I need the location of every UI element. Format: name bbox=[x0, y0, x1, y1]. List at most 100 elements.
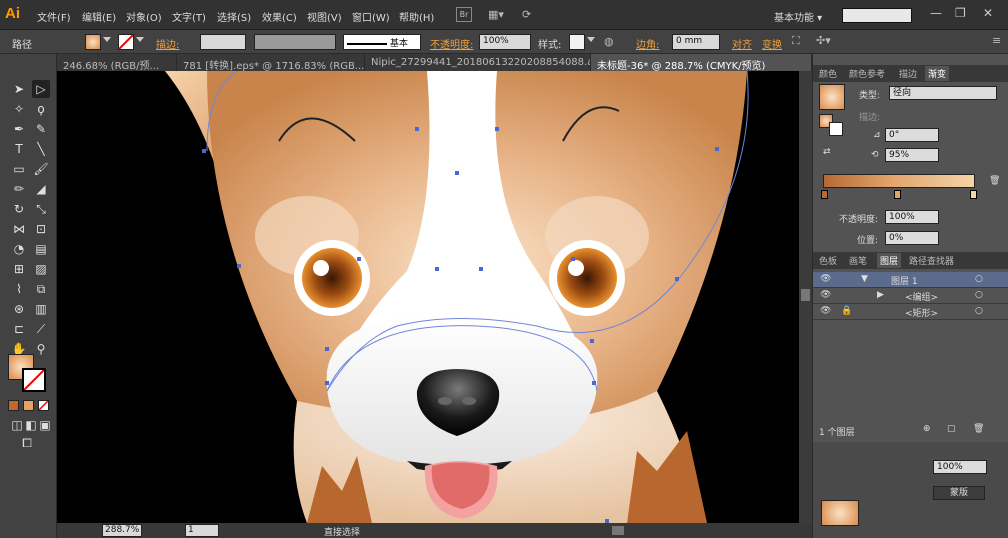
tab-swatches[interactable]: 色板 bbox=[819, 254, 837, 267]
menu-type[interactable]: 文字(T) bbox=[172, 9, 206, 24]
tab-layers[interactable]: 图层 bbox=[877, 253, 902, 268]
column-graph-tool-icon[interactable]: ▥ bbox=[32, 300, 50, 318]
rectangle-tool-icon[interactable]: ▭ bbox=[10, 160, 28, 178]
gradient-stop-middle[interactable] bbox=[894, 190, 901, 199]
brush-definition-dropdown[interactable]: 基本 bbox=[343, 34, 421, 50]
corner-radius-field[interactable]: 0 mm bbox=[672, 34, 720, 50]
style-dropdown-icon[interactable] bbox=[587, 37, 595, 42]
zoom-tool-icon[interactable]: ⚲ bbox=[32, 340, 50, 358]
width-tool-icon[interactable]: ⋈ bbox=[10, 220, 28, 238]
gradient-preview-swatch[interactable] bbox=[819, 84, 845, 110]
reverse-gradient-icon[interactable]: ⇄ bbox=[823, 147, 831, 157]
direct-selection-tool-icon[interactable]: ▷ bbox=[32, 80, 50, 98]
eraser-tool-icon[interactable]: ◢ bbox=[32, 180, 50, 198]
menu-file[interactable]: 文件(F) bbox=[37, 9, 71, 24]
rectangle-name[interactable]: <矩形> bbox=[905, 306, 938, 319]
fill-dropdown-icon[interactable] bbox=[103, 37, 111, 42]
menu-window[interactable]: 窗口(W) bbox=[352, 9, 390, 24]
workspace-switcher[interactable]: 基本功能 ▾ bbox=[774, 9, 822, 24]
layer-name[interactable]: 图层 1 bbox=[891, 274, 918, 287]
menu-help[interactable]: 帮助(H) bbox=[399, 9, 434, 24]
restore-icon[interactable]: ❐ bbox=[955, 6, 966, 20]
stop-opacity-field[interactable]: 100% bbox=[885, 210, 939, 224]
visibility-eye-icon[interactable]: 👁 bbox=[820, 306, 831, 316]
tab-color-guide[interactable]: 颜色参考 bbox=[849, 67, 885, 80]
new-layer-icon[interactable]: ⊕ bbox=[923, 424, 931, 434]
menu-select[interactable]: 选择(S) bbox=[217, 9, 251, 24]
menu-object[interactable]: 对象(O) bbox=[126, 9, 162, 24]
bridge-icon[interactable]: Br bbox=[456, 7, 472, 22]
align-link[interactable]: 对齐 bbox=[732, 36, 752, 51]
scale-tool-icon[interactable]: ⤡ bbox=[32, 200, 50, 218]
menu-edit[interactable]: 编辑(E) bbox=[82, 9, 116, 24]
rotate-tool-icon[interactable]: ↻ bbox=[10, 200, 28, 218]
tab-document-active[interactable]: 未标题-36* @ 288.7% (CMYK/预览) bbox=[591, 54, 812, 71]
expand-triangle-icon[interactable]: ▼ bbox=[861, 274, 868, 284]
visibility-eye-icon[interactable]: 👁 bbox=[820, 274, 831, 284]
gradient-stop-left[interactable] bbox=[821, 190, 828, 199]
gradient-slider[interactable] bbox=[823, 174, 975, 188]
free-transform-tool-icon[interactable]: ⊡ bbox=[32, 220, 50, 238]
lasso-tool-icon[interactable]: ϙ bbox=[32, 100, 50, 118]
menu-view[interactable]: 视图(V) bbox=[307, 9, 342, 24]
gradient-type-dropdown[interactable]: 径向 bbox=[889, 86, 997, 100]
group-row[interactable]: 👁 ▶ <编组> ○ bbox=[813, 288, 1008, 304]
new-sublayer-icon[interactable]: ▢ bbox=[947, 424, 956, 434]
gradient-mode-button[interactable] bbox=[23, 400, 34, 411]
stroke-swatch-small[interactable] bbox=[829, 122, 843, 136]
perspective-grid-tool-icon[interactable]: ▤ bbox=[32, 240, 50, 258]
tab-document-1[interactable]: 246.68% (RGB/预... bbox=[57, 54, 177, 71]
recolor-artwork-icon[interactable]: ◍ bbox=[604, 35, 614, 49]
gradient-aspect-field[interactable]: 95% bbox=[885, 148, 939, 162]
isolate-selection-icon[interactable]: ⛶ bbox=[792, 34, 800, 48]
color-mode-button[interactable] bbox=[8, 400, 19, 411]
tab-document-2[interactable]: 781 [转换].eps* @ 1716.83% (RGB... bbox=[177, 54, 365, 71]
variable-width-profile-dropdown[interactable] bbox=[254, 34, 336, 50]
type-tool-icon[interactable]: T bbox=[10, 140, 28, 158]
slice-tool-icon[interactable]: ⟋ bbox=[32, 320, 50, 338]
stroke-color-box[interactable] bbox=[22, 368, 46, 392]
visibility-eye-icon[interactable]: 👁 bbox=[820, 290, 831, 300]
eyedropper-tool-icon[interactable]: ⌇ bbox=[10, 280, 28, 298]
vertical-scrollbar[interactable] bbox=[799, 71, 812, 523]
transform-link[interactable]: 变换 bbox=[762, 36, 782, 51]
target-circle-icon[interactable]: ○ bbox=[975, 306, 983, 316]
transparency-thumbnail[interactable] bbox=[821, 500, 859, 526]
close-icon[interactable]: ✕ bbox=[983, 6, 993, 20]
stroke-swatch[interactable] bbox=[118, 34, 134, 50]
line-tool-icon[interactable]: ╲ bbox=[32, 140, 50, 158]
warp-options-icon[interactable]: ✣▾ bbox=[816, 34, 831, 48]
artboard-tool-icon[interactable]: ⊏ bbox=[10, 320, 28, 338]
pen-tool-icon[interactable]: ✒ bbox=[10, 120, 28, 138]
lock-icon[interactable]: 🔒 bbox=[841, 306, 852, 316]
shape-builder-tool-icon[interactable]: ◔ bbox=[10, 240, 28, 258]
help-search-input[interactable] bbox=[842, 8, 912, 23]
tab-color[interactable]: 颜色 bbox=[819, 67, 837, 80]
panel-menu-icon[interactable]: ≡ bbox=[992, 34, 1001, 48]
magic-wand-tool-icon[interactable]: ✧ bbox=[10, 100, 28, 118]
arrange-documents-icon[interactable]: ▦▾ bbox=[488, 8, 504, 22]
current-tool-status[interactable]: 直接选择 bbox=[324, 525, 360, 538]
paintbrush-tool-icon[interactable]: 🖌 bbox=[32, 160, 50, 178]
pencil-tool-icon[interactable]: ✏ bbox=[10, 180, 28, 198]
corner-link[interactable]: 边角: bbox=[636, 36, 659, 51]
stop-location-field[interactable]: 0% bbox=[885, 231, 939, 245]
group-name[interactable]: <编组> bbox=[905, 290, 938, 303]
gradient-tool-icon[interactable]: ▨ bbox=[32, 260, 50, 278]
rectangle-row[interactable]: 👁 🔒 <矩形> ○ bbox=[813, 304, 1008, 320]
opacity-link[interactable]: 不透明度: bbox=[430, 36, 473, 51]
symbol-sprayer-tool-icon[interactable]: ⊛ bbox=[10, 300, 28, 318]
gpu-performance-icon[interactable]: ⟳ bbox=[522, 8, 531, 22]
none-mode-button[interactable] bbox=[38, 400, 49, 411]
tab-document-3[interactable]: Nipic_27299441_20180613220208854088.ai*.… bbox=[365, 54, 591, 71]
tab-pathfinder[interactable]: 路径查找器 bbox=[909, 254, 954, 267]
stroke-weight-link[interactable]: 描边: bbox=[156, 36, 179, 51]
menu-effect[interactable]: 效果(C) bbox=[262, 9, 297, 24]
gradient-stop-right[interactable] bbox=[970, 190, 977, 199]
graphic-style-swatch[interactable] bbox=[569, 34, 585, 50]
target-circle-icon[interactable]: ○ bbox=[975, 290, 983, 300]
target-circle-icon[interactable]: ○ bbox=[975, 274, 983, 284]
gradient-angle-field[interactable]: 0° bbox=[885, 128, 939, 142]
artboard-number-field[interactable]: 1 bbox=[185, 524, 219, 537]
horizontal-scroll-thumb[interactable] bbox=[612, 526, 624, 535]
